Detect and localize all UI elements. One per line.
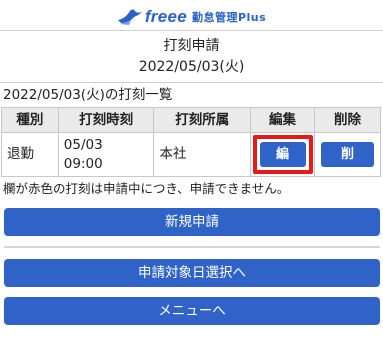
page-title: 打刻申請 xyxy=(163,38,220,54)
pending-note: 欄が赤色の打刻は申請中につき、申請できません。 xyxy=(3,181,290,196)
new-request-button[interactable]: 新規申請 xyxy=(4,208,380,236)
edit-highlight-box: 編 xyxy=(252,135,313,174)
list-heading: 2022/05/03(火)の打刻一覧 xyxy=(3,87,173,103)
edit-button[interactable]: 編 xyxy=(259,142,306,167)
menu-button[interactable]: メニューへ xyxy=(4,297,380,325)
logo-product-name: 勤怠管理Plus xyxy=(191,11,267,24)
cell-edit: 編 xyxy=(250,132,316,177)
column-header-affiliation: 打刻所属 xyxy=(153,107,252,133)
header-divider xyxy=(0,30,383,31)
page: freee 勤怠管理Plus 打刻申請 2022/05/03(火) 2022/0… xyxy=(0,0,383,339)
app-logo: freee 勤怠管理Plus xyxy=(0,4,383,30)
column-header-delete: 削除 xyxy=(314,107,381,133)
cell-affiliation: 本社 xyxy=(153,132,252,177)
bird-icon xyxy=(117,9,142,25)
logo-wordmark: freee xyxy=(144,7,187,26)
cell-time: 05/03 09:00 xyxy=(57,132,155,177)
cell-type: 退勤 xyxy=(1,132,59,177)
cell-time-date: 05/03 xyxy=(63,136,103,153)
title-divider xyxy=(0,82,383,83)
column-header-type: 種別 xyxy=(1,107,59,133)
select-date-button[interactable]: 申請対象日選択へ xyxy=(4,259,380,287)
page-date: 2022/05/03(火) xyxy=(138,59,245,75)
cell-time-clock: 09:00 xyxy=(63,155,103,172)
table-row: 退勤 05/03 09:00 本社 編 削 xyxy=(1,132,381,177)
table-header-row: 種別 打刻時刻 打刻所属 編集 削除 xyxy=(1,107,381,133)
column-header-edit: 編集 xyxy=(250,107,316,133)
cell-delete: 削 xyxy=(314,132,381,177)
column-header-time: 打刻時刻 xyxy=(57,107,155,133)
section-divider xyxy=(4,246,380,248)
punch-table: 種別 打刻時刻 打刻所属 編集 削除 退勤 05/03 09:00 本社 編 削 xyxy=(1,107,381,177)
delete-button[interactable]: 削 xyxy=(321,142,374,167)
